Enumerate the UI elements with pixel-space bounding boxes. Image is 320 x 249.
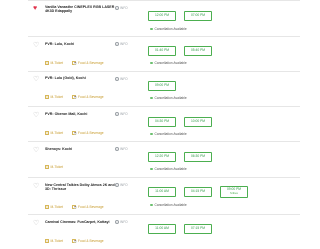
showtime-button[interactable]: 01:40 PM — [148, 46, 176, 56]
mobile-ticket-icon: ▯ — [45, 131, 49, 135]
heart-icon[interactable]: ♡ — [33, 76, 39, 83]
info-icon: i — [115, 183, 119, 189]
food-beverage-tag: ☕ Food & Beverage — [72, 95, 104, 99]
cancellation-dot-icon — [150, 61, 153, 65]
mobile-ticket-icon: ▯ — [45, 61, 49, 65]
mobile-ticket-icon: ▯ — [45, 205, 49, 209]
divider — [28, 214, 300, 215]
venue-info[interactable]: i INFO — [115, 77, 128, 83]
food-beverage-icon: ☕ — [72, 95, 78, 99]
venue-tags: ▯ M-Ticket ☕ Food & Beverage — [45, 85, 109, 99]
venue-row: ♡ Carnival Cinemas: FunCarpet, Kottayi i… — [0, 214, 300, 249]
mobile-ticket-tag: ▯ M-Ticket — [45, 95, 64, 99]
food-beverage-tag: ☕ Food & Beverage — [72, 239, 104, 243]
showtime-button[interactable]: 12:00 PM — [148, 11, 176, 21]
cancellation-dot-icon — [150, 203, 153, 207]
venue-tags: ▯ M-Ticket ☕ Food & Beverage — [45, 51, 109, 65]
cancellation-dot-icon — [150, 167, 153, 171]
divider — [28, 0, 300, 1]
mobile-ticket-tag: ▯ M-Ticket — [45, 131, 64, 135]
venue-info[interactable]: i INFO — [115, 6, 128, 12]
mobile-ticket-tag: ▯ M-Ticket — [45, 239, 64, 243]
food-beverage-icon: ☕ — [72, 239, 78, 243]
showtime-button[interactable]: 09:00 PM — [148, 81, 176, 91]
mobile-ticket-tag: ▯ M-Ticket — [45, 61, 64, 65]
venue-name[interactable]: Vanilla Vanasthe CINEPLEX RGB LASER 4K3D… — [45, 5, 114, 14]
cancellation-dot-icon — [150, 132, 153, 136]
divider — [28, 177, 300, 178]
cancellation-note: Cancellation Available — [150, 167, 187, 171]
showtime-button[interactable]: 04:30 PM — [148, 117, 176, 127]
venue-list: ♥ Vanilla Vanasthe CINEPLEX RGB LASER 4K… — [0, 0, 300, 249]
venue-info[interactable]: i INFO — [115, 42, 128, 48]
mobile-ticket-icon: ▯ — [45, 95, 49, 99]
showtime-button[interactable]: 11:00 AM — [148, 224, 176, 234]
divider — [28, 106, 300, 107]
showtime-button[interactable]: 09:00 PM Sribes — [220, 186, 248, 198]
cancellation-note: Cancellation Available — [150, 96, 187, 100]
info-icon: i — [115, 42, 119, 48]
showtime-button[interactable]: 12:20 PM — [148, 152, 176, 162]
divider — [28, 36, 300, 37]
venue-info[interactable]: i INFO — [115, 147, 128, 153]
venue-name[interactable]: PVR: Oberon Mall, Kochi — [45, 112, 87, 116]
heart-icon[interactable]: ♡ — [33, 42, 39, 49]
venue-name[interactable]: Carnival Cinemas: FunCarpet, Kottayi — [45, 220, 110, 224]
info-icon: i — [115, 77, 119, 83]
food-beverage-icon: ☕ — [72, 61, 78, 65]
showtime-button[interactable]: 10:00 PM — [184, 117, 212, 127]
cancellation-dot-icon — [150, 96, 153, 100]
divider — [28, 71, 300, 72]
info-icon: i — [115, 147, 119, 153]
venue-row: ♥ Vanilla Vanasthe CINEPLEX RGB LASER 4K… — [0, 0, 300, 36]
venue-row: ♡ PVR: Lulu, Kochi i INFO ▯ M-Ticket ☕ Food… — [0, 36, 300, 71]
venue-name[interactable]: Shenoys: Kochi — [45, 147, 72, 151]
showtime-button[interactable]: 05:40 PM — [184, 46, 212, 56]
showtime-button[interactable]: 04:15 PM — [184, 187, 212, 197]
divider — [28, 141, 300, 142]
venue-name[interactable]: New Central Talkies Dolby Atmos 2K and 3… — [45, 183, 115, 192]
showtime-button[interactable]: 06:30 PM — [184, 152, 212, 162]
venue-name[interactable]: PVR: Lulu, Kochi — [45, 42, 74, 46]
showtime-button[interactable]: 11:00 AM — [148, 187, 176, 197]
showtime-button[interactable]: 07:00 PM — [184, 11, 212, 21]
venue-info[interactable]: i INFO — [115, 220, 128, 226]
food-beverage-icon: ☕ — [72, 131, 78, 135]
heart-icon[interactable]: ♥ — [33, 5, 37, 12]
venue-info[interactable]: i INFO — [115, 112, 128, 118]
food-beverage-icon: ☕ — [72, 205, 78, 209]
mobile-ticket-icon: ▯ — [45, 239, 49, 243]
heart-icon[interactable]: ♡ — [33, 183, 39, 190]
venue-tags: ▯ M-Ticket — [45, 155, 68, 169]
venue-name[interactable]: PVR: Lulu (Gold), Kochi — [45, 76, 86, 80]
cancellation-note: Cancellation Available — [150, 132, 187, 136]
info-icon: i — [115, 6, 119, 12]
cancellation-note: Cancellation Available — [150, 27, 187, 31]
mobile-ticket-tag: ▯ M-Ticket — [45, 165, 64, 169]
cancellation-dot-icon — [150, 27, 153, 31]
food-beverage-tag: ☕ Food & Beverage — [72, 131, 104, 135]
venue-row: ♡ Shenoys: Kochi i INFO ▯ M-Ticket 12:20 P… — [0, 141, 300, 177]
mobile-ticket-icon: ▯ — [45, 165, 49, 169]
venue-row: ♡ New Central Talkies Dolby Atmos 2K and… — [0, 177, 300, 214]
venue-tags: ▯ M-Ticket ☕ Food & Beverage — [45, 121, 109, 135]
info-icon: i — [115, 112, 119, 118]
info-icon: i — [115, 220, 119, 226]
food-beverage-tag: ☕ Food & Beverage — [72, 205, 104, 209]
venue-tags: ▯ M-Ticket ☕ Food & Beverage — [45, 195, 109, 209]
showtime-button[interactable]: 07:15 PM — [184, 224, 212, 234]
venue-tags: ▯ M-Ticket ☕ Food & Beverage — [45, 229, 109, 243]
heart-icon[interactable]: ♡ — [33, 112, 39, 119]
venue-info[interactable]: i INFO — [115, 183, 128, 189]
heart-icon[interactable]: ♡ — [33, 147, 39, 154]
cancellation-note: Cancellation Available — [150, 203, 187, 207]
food-beverage-tag: ☕ Food & Beverage — [72, 61, 104, 65]
heart-icon[interactable]: ♡ — [33, 220, 39, 227]
venue-row: ♡ PVR: Oberon Mall, Kochi i INFO ▯ M-Ticke… — [0, 106, 300, 141]
mobile-ticket-tag: ▯ M-Ticket — [45, 205, 64, 209]
cancellation-note: Cancellation Available — [150, 61, 187, 65]
venue-row: ♡ PVR: Lulu (Gold), Kochi i INFO ▯ M-Ticke… — [0, 71, 300, 106]
